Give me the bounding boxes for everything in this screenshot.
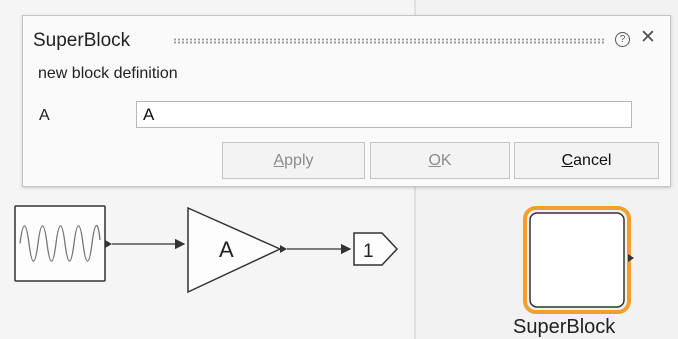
param-a-label: A — [39, 107, 50, 124]
close-icon[interactable]: ✕ — [640, 28, 656, 48]
cancel-label: ancel — [573, 152, 612, 169]
superblock-parameters-dialog: SuperBlock ? ✕ new block definition A Ap… — [22, 15, 671, 187]
apply-label: pply — [284, 152, 314, 169]
gain-block[interactable] — [187, 206, 282, 294]
superblock-block[interactable] — [523, 206, 631, 314]
outport-block[interactable] — [353, 232, 399, 266]
cancel-mnemonic: C — [561, 152, 574, 169]
ok-label: K — [440, 152, 452, 169]
gain-block-label: A — [219, 237, 234, 262]
help-icon[interactable]: ? — [615, 32, 630, 47]
param-a-input[interactable] — [136, 101, 632, 128]
cancel-button[interactable]: Cancel — [514, 142, 659, 179]
dialog-description: new block definition — [38, 65, 178, 82]
dialog-drag-handle[interactable] — [173, 38, 605, 44]
apply-button[interactable]: Apply — [222, 142, 365, 179]
ok-mnemonic: O — [428, 152, 441, 169]
superblock-label: SuperBlock — [513, 316, 616, 338]
gain-output-port-icon — [280, 245, 287, 253]
apply-mnemonic: A — [273, 152, 285, 169]
ok-button[interactable]: OK — [370, 142, 510, 179]
dialog-title: SuperBlock — [33, 30, 131, 51]
outport-label: 1 — [363, 241, 374, 262]
sine-output-port-icon — [105, 240, 112, 248]
sine-wave-block[interactable] — [14, 205, 106, 282]
